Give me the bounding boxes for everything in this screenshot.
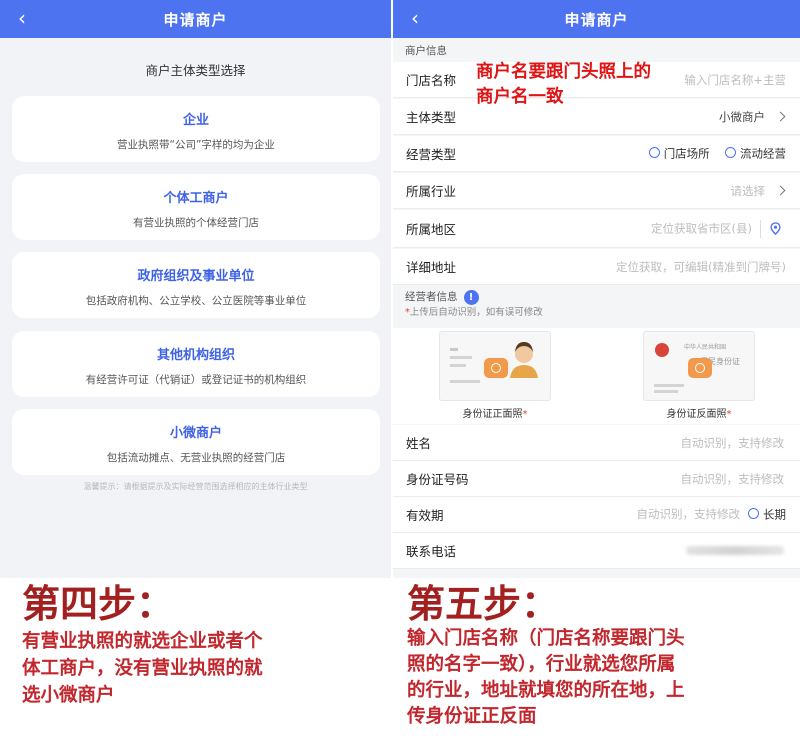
subject-type-value: 小微商户: [719, 109, 786, 125]
row-label: 门店名称: [406, 73, 457, 88]
camera-icon: [688, 358, 712, 378]
row-label: 主体类型: [406, 110, 457, 125]
back-icon[interactable]: ‹: [411, 6, 419, 30]
region-row[interactable]: 所属地区 定位获取省市区(县): [393, 210, 800, 248]
back-icon[interactable]: ‹: [18, 6, 26, 30]
business-type-options: 门店场所 流动经营: [648, 146, 786, 162]
id-upload-panel: 身份证正面照* 中华人民共和国 居民身份证 身份证反面照*: [393, 328, 800, 424]
industry-select[interactable]: 请选择: [731, 183, 786, 199]
row-label: 姓名: [406, 436, 432, 451]
name-row[interactable]: 姓名 自动识别，支持修改: [393, 425, 800, 461]
card-desc: 有经营许可证（代销证）或登记证书的机构组织: [85, 374, 307, 386]
nav-title: 申请商户: [163, 10, 228, 29]
operator-hint: *上传后自动识别，如有误可修改: [405, 307, 543, 318]
row-label: 联系电话: [406, 544, 457, 559]
card-title: 企业: [182, 113, 209, 128]
phone-input-blurred[interactable]: [686, 544, 784, 558]
type-card-micro[interactable]: 小微商户 包括流动摊点、无营业执照的经营门店: [12, 409, 380, 475]
camera-icon: [484, 358, 508, 378]
card-title: 政府组织及事业单位: [137, 269, 255, 284]
radio-circle-icon: [725, 147, 736, 158]
id-number-input[interactable]: 自动识别，支持修改: [681, 471, 785, 487]
phone-row[interactable]: 联系电话: [393, 533, 800, 569]
id-front-caption: 身份证正面照*: [462, 409, 528, 420]
radio-circle-icon: [648, 147, 660, 158]
card-desc: 包括流动摊点、无营业执照的经营门店: [106, 452, 286, 464]
section-title: 商户主体类型选择: [145, 63, 246, 78]
merchant-type-screen: ‹ 申请商户 商户主体类型选择 企业 营业执照带“公司”字样的均为企业 个体工商…: [0, 0, 391, 578]
step5-desc: 输入门店名称（门店名称要跟门头 照的名字一致），行业就选您所属 的行业，地址就填…: [407, 628, 685, 727]
row-label: 有效期: [406, 508, 444, 523]
radio-store[interactable]: 门店场所: [648, 146, 710, 161]
id-back-upload[interactable]: 中华人民共和国 居民身份证: [643, 331, 755, 401]
row-label: 所属地区: [406, 222, 457, 237]
card-desc: 营业执照带“公司”字样的均为企业: [117, 139, 275, 151]
chevron-right-icon: [775, 111, 786, 121]
address-row[interactable]: 详细地址 定位获取，可编辑(精准到门牌号): [393, 249, 800, 285]
step4-title: 第四步：: [22, 581, 175, 626]
business-type-row: 经营类型 门店场所 流动经营: [393, 136, 800, 172]
type-card-government[interactable]: 政府组织及事业单位 包括政府机构、公立学校、公立医院等事业单位: [12, 252, 380, 318]
nav-bar: ‹ 申请商户: [393, 0, 800, 38]
id-number-row[interactable]: 身份证号码 自动识别，支持修改: [393, 461, 800, 497]
address-input[interactable]: 定位获取，可编辑(精准到门牌号): [616, 259, 786, 275]
card-desc: 包括政府机构、公立学校、公立医院等事业单位: [85, 295, 307, 307]
card-title: 其他机构组织: [156, 348, 235, 363]
nav-title: 申请商户: [564, 10, 629, 29]
card-title: 个体工商户: [163, 191, 229, 206]
row-label: 详细地址: [406, 260, 457, 275]
id-back-caption: 身份证反面照*: [666, 409, 732, 420]
validity-row[interactable]: 有效期 自动识别，支持修改 长期: [393, 497, 800, 533]
row-label: 经营类型: [406, 147, 457, 162]
card-desc: 有营业执照的个体经营门店: [133, 217, 259, 229]
location-pin-icon[interactable]: [769, 222, 782, 235]
card-title: 小微商户: [169, 426, 222, 441]
type-card-enterprise[interactable]: 企业 营业执照带“公司”字样的均为企业: [12, 96, 380, 162]
step4-desc: 有营业执照的就选企业或者个 体工商户，没有营业执照的就 选小微商户: [22, 631, 263, 706]
nav-bar: ‹ 申请商户: [0, 0, 391, 38]
tip-text: 温馨提示：请根据提示及实际经营范围选择相应的主体行业类型: [83, 482, 308, 491]
industry-row[interactable]: 所属行业 请选择: [393, 173, 800, 209]
type-card-individual[interactable]: 个体工商户 有营业执照的个体经营门店: [12, 174, 380, 240]
id-front-upload[interactable]: [439, 331, 551, 401]
merchant-info-label: 商户信息: [405, 45, 447, 57]
info-icon[interactable]: !: [463, 289, 479, 305]
radio-mobile[interactable]: 流动经营: [725, 146, 786, 161]
name-input[interactable]: 自动识别，支持修改: [681, 435, 785, 451]
step5-title: 第五步：: [407, 581, 560, 626]
type-card-other-org[interactable]: 其他机构组织 有经营许可证（代销证）或登记证书的机构组织: [12, 331, 380, 397]
row-label: 身份证号码: [406, 472, 469, 487]
row-label: 所属行业: [406, 184, 457, 199]
overlay-annotation: 商户名要跟门头照上的 商户名一致: [476, 62, 651, 107]
radio-circle-icon[interactable]: [748, 508, 759, 520]
chevron-right-icon: [775, 185, 786, 195]
operator-info-label: 经营者信息!: [405, 289, 479, 305]
validity-input[interactable]: 自动识别，支持修改 长期: [637, 506, 787, 523]
region-field[interactable]: 定位获取省市区(县): [651, 219, 782, 238]
id-back-nation-text: 中华人民共和国: [684, 344, 727, 351]
